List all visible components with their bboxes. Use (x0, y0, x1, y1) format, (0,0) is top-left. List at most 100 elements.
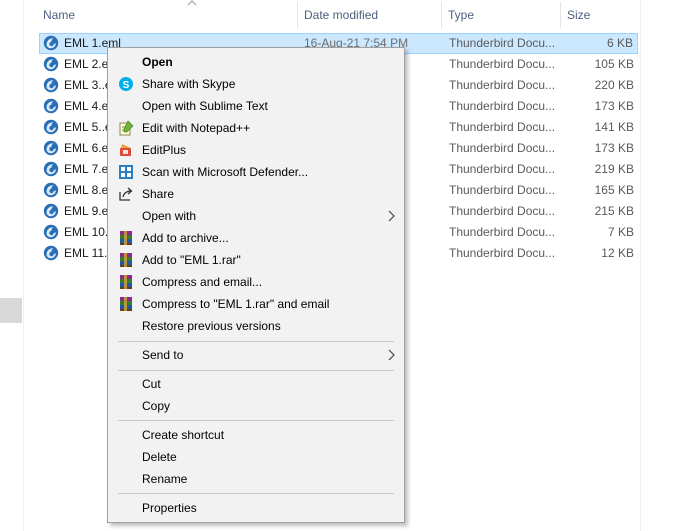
menu-item-share-with-skype[interactable]: S Share with Skype (110, 73, 402, 95)
microsoft-defender-icon (119, 165, 133, 179)
menu-item-rename[interactable]: Rename (110, 468, 402, 490)
navigation-pane-edge (0, 0, 24, 531)
menu-item-label: Copy (142, 399, 171, 413)
file-name: EML 6.e (64, 141, 109, 155)
column-header-bar: Name Date modified Type Size (24, 0, 640, 30)
file-size: 220 KB (594, 78, 634, 92)
menu-item-add-to-archive[interactable]: Add to archive... (110, 227, 402, 249)
file-type: Thunderbird Docu... (449, 246, 556, 260)
details-pane-edge (640, 0, 641, 531)
skype-icon: S (119, 77, 133, 91)
menu-item-share[interactable]: Share (110, 183, 402, 205)
column-divider[interactable] (560, 2, 561, 28)
menu-item-label: Delete (142, 450, 177, 464)
menu-item-open-with-sublime-text[interactable]: Open with Sublime Text (110, 95, 402, 117)
file-type: Thunderbird Docu... (449, 36, 556, 50)
menu-item-label: Add to "EML 1.rar" (142, 253, 241, 267)
menu-item-label: Open (142, 55, 173, 69)
menu-item-send-to[interactable]: Send to (110, 344, 402, 366)
menu-item-compress-and-email[interactable]: Compress and email... (110, 271, 402, 293)
column-divider[interactable] (441, 2, 442, 28)
file-name: EML 10. (64, 225, 109, 239)
file-size: 173 KB (594, 99, 634, 113)
thunderbird-icon (43, 161, 59, 177)
file-type: Thunderbird Docu... (449, 204, 556, 218)
file-type: Thunderbird Docu... (449, 141, 556, 155)
file-size: 141 KB (594, 120, 634, 134)
file-size: 12 KB (601, 246, 634, 260)
notepad-plus-plus-icon (119, 120, 134, 136)
file-size: 7 KB (607, 225, 634, 239)
menu-item-label: Add to archive... (142, 231, 229, 245)
navigation-pane-scroll-mark[interactable] (0, 298, 22, 323)
menu-item-label: Scan with Microsoft Defender... (142, 165, 309, 179)
menu-separator (118, 370, 394, 371)
file-name: EML 8.e (64, 183, 109, 197)
file-size: 105 KB (594, 57, 634, 71)
winrar-icon (120, 253, 132, 267)
menu-item-open-with[interactable]: Open with (110, 205, 402, 227)
thunderbird-icon (43, 35, 59, 51)
thunderbird-icon (43, 224, 59, 240)
sort-up-caret-icon (187, 0, 197, 6)
menu-item-scan-with-microsoft-defender[interactable]: Scan with Microsoft Defender... (110, 161, 402, 183)
column-header-date-modified[interactable]: Date modified (304, 0, 378, 30)
editplus-icon (120, 144, 131, 156)
menu-separator (118, 341, 394, 342)
menu-item-edit-with-notepad-plus-plus[interactable]: Edit with Notepad++ (110, 117, 402, 139)
share-icon (119, 187, 133, 201)
menu-separator (118, 420, 394, 421)
file-type: Thunderbird Docu... (449, 162, 556, 176)
menu-item-label: Create shortcut (142, 428, 225, 442)
thunderbird-icon (43, 98, 59, 114)
column-header-name[interactable]: Name (43, 0, 75, 30)
menu-separator (118, 493, 394, 494)
menu-item-compress-to-rar-and-email[interactable]: Compress to "EML 1.rar" and email (110, 293, 402, 315)
thunderbird-icon (43, 140, 59, 156)
menu-item-label: Open with (142, 209, 197, 223)
thunderbird-icon (43, 119, 59, 135)
file-size: 215 KB (594, 204, 634, 218)
menu-item-label: Share (142, 187, 175, 201)
menu-item-label: Cut (142, 377, 161, 391)
column-header-size[interactable]: Size (567, 0, 590, 30)
winrar-icon (120, 275, 132, 289)
file-name: EML 5..e (64, 120, 112, 134)
chevron-right-icon (388, 210, 395, 222)
thunderbird-icon (43, 203, 59, 219)
menu-item-label: Restore previous versions (142, 319, 281, 333)
menu-item-label: EditPlus (142, 143, 187, 157)
thunderbird-icon (43, 77, 59, 93)
menu-item-editplus[interactable]: EditPlus (110, 139, 402, 161)
file-type: Thunderbird Docu... (449, 225, 556, 239)
context-menu: Open S Share with Skype Open with Sublim… (107, 47, 405, 523)
menu-item-restore-previous-versions[interactable]: Restore previous versions (110, 315, 402, 337)
file-size: 219 KB (594, 162, 634, 176)
column-divider[interactable] (297, 2, 298, 28)
menu-item-label: Compress and email... (142, 275, 263, 289)
file-type: Thunderbird Docu... (449, 99, 556, 113)
file-type: Thunderbird Docu... (449, 120, 556, 134)
thunderbird-icon (43, 56, 59, 72)
menu-item-label: Properties (142, 501, 197, 515)
menu-item-create-shortcut[interactable]: Create shortcut (110, 424, 402, 446)
menu-item-open[interactable]: Open (110, 51, 402, 73)
menu-item-cut[interactable]: Cut (110, 373, 402, 395)
menu-item-add-to-rar[interactable]: Add to "EML 1.rar" (110, 249, 402, 271)
winrar-icon (120, 231, 132, 245)
thunderbird-icon (43, 245, 59, 261)
file-name: EML 3..e (64, 78, 112, 92)
menu-item-delete[interactable]: Delete (110, 446, 402, 468)
svg-text:S: S (123, 80, 130, 91)
column-header-type[interactable]: Type (448, 0, 474, 30)
file-type: Thunderbird Docu... (449, 57, 556, 71)
menu-item-properties[interactable]: Properties (110, 497, 402, 519)
menu-item-copy[interactable]: Copy (110, 395, 402, 417)
menu-item-label: Share with Skype (142, 77, 236, 91)
file-type: Thunderbird Docu... (449, 78, 556, 92)
file-size: 173 KB (594, 141, 634, 155)
file-type: Thunderbird Docu... (449, 183, 556, 197)
menu-item-label: Send to (142, 348, 184, 362)
chevron-right-icon (388, 349, 395, 361)
menu-item-label: Edit with Notepad++ (142, 121, 251, 135)
